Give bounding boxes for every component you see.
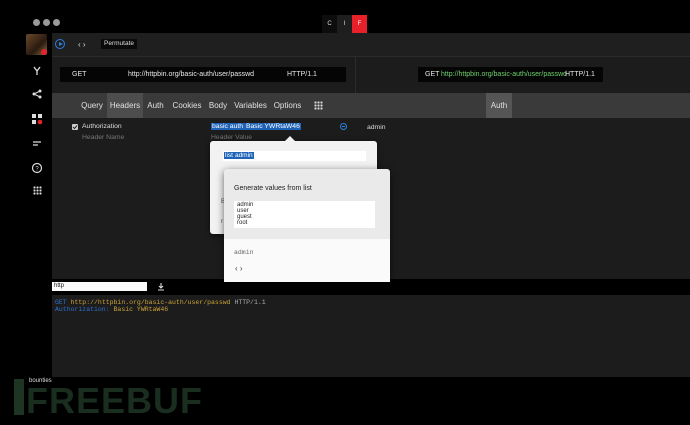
right-tab-auth[interactable]: Auth (486, 93, 512, 118)
tab-bar: Query Headers Auth Cookies Body Variable… (52, 93, 690, 118)
output-header-key: Authorization: (55, 306, 110, 313)
auth-preview-value: admin (367, 124, 386, 131)
tab-headers[interactable]: Headers (107, 93, 143, 118)
token-admin: admin (233, 152, 254, 159)
mode-selector[interactable]: Permutate (101, 39, 137, 49)
preview-protocol: HTTP/1.1 (565, 71, 595, 78)
output-header-value: Basic YWRtaW46 (113, 306, 169, 313)
list-generator-title: Generate values from list (234, 185, 312, 192)
output-protocol: HTTP/1.1 (234, 299, 266, 306)
preview-value: admin (234, 249, 254, 256)
avatar[interactable] (26, 34, 47, 55)
window-close-dot[interactable] (33, 19, 40, 26)
tab-variables[interactable]: Variables (230, 93, 271, 118)
request-url[interactable]: http://httpbin.org/basic-auth/user/passw… (128, 67, 254, 82)
preview-nav-arrows[interactable]: ‹ › (235, 264, 243, 273)
header-enabled-checkbox[interactable] (72, 124, 78, 130)
preview-url: http://httpbin.org/basic-auth/user/passw… (441, 71, 568, 78)
more-grid-icon[interactable] (308, 93, 328, 118)
dynamic-value-input[interactable]: list admin (223, 151, 366, 161)
preview-area: admin ‹ › (224, 239, 390, 284)
play-icon[interactable] (55, 39, 65, 49)
window-maximize-dot[interactable] (53, 19, 60, 26)
value-highlight-basic-auth: basic auth (211, 123, 244, 130)
tab-auth[interactable]: Auth (143, 93, 168, 118)
request-line-input[interactable]: GET http://httpbin.org/basic-auth/user/p… (60, 67, 346, 82)
divider (355, 57, 356, 93)
tab-query[interactable]: Query (77, 93, 107, 118)
new-header-name[interactable]: Header Name (82, 134, 124, 141)
svg-text:?: ? (35, 166, 39, 172)
nav-arrows-icon[interactable]: ‹ › (78, 40, 86, 49)
preview-request-line: GET http://httpbin.org/basic-auth/user/p… (418, 67, 603, 82)
list-icon[interactable] (31, 137, 43, 149)
preview-method: GET (425, 71, 440, 78)
extensions-icon[interactable] (31, 113, 43, 125)
output-url: http://httpbin.org/basic-auth/user/passw… (70, 299, 231, 306)
header-value-authorization[interactable]: basic auth Basic YWRtaW46 (211, 123, 301, 130)
share-icon[interactable] (31, 88, 43, 100)
header-name-authorization[interactable]: Authorization (82, 123, 122, 130)
request-method[interactable]: GET (72, 67, 86, 82)
tab-options[interactable]: Options (271, 93, 304, 118)
search-value: http (54, 283, 65, 289)
value-highlight-base64: Basic YWRtaW46 (243, 123, 301, 130)
output-line-2: Authorization: Basic YWRtaW46 (55, 306, 168, 313)
remove-header-icon[interactable] (340, 123, 347, 130)
request-protocol[interactable]: HTTP/1.1 (287, 67, 317, 82)
tab-cookies[interactable]: Cookies (168, 93, 206, 118)
app-window: C I F ? ‹ › Permutate GET http://httpbin… (0, 0, 690, 425)
list-values-textarea[interactable]: admin user guest root (234, 201, 375, 228)
output-search-input[interactable]: http (52, 282, 147, 291)
new-header-value[interactable]: Header Value (211, 134, 252, 141)
notification-badge (41, 49, 47, 55)
freebuf-watermark: FREEBUF (26, 380, 203, 421)
output-method: GET (55, 299, 67, 306)
obscured-text-r: r (221, 219, 223, 225)
popup-arrow (285, 136, 295, 141)
mode-label: Permutate (104, 40, 134, 47)
top-tab-f[interactable]: F (352, 15, 367, 33)
output-line-1: GET http://httpbin.org/basic-auth/user/p… (55, 299, 266, 306)
tab-body[interactable]: Body (206, 93, 230, 118)
download-icon[interactable] (157, 282, 165, 291)
window-minimize-dot[interactable] (43, 19, 50, 26)
toolbar: ‹ › Permutate (52, 33, 690, 57)
fork-icon[interactable] (31, 65, 43, 77)
apps-grid-icon[interactable] (31, 186, 43, 198)
token-list: list (224, 152, 234, 159)
top-tab-i[interactable]: I (337, 15, 352, 33)
output-toolbar (167, 282, 690, 292)
freebuf-logo-bar (14, 379, 24, 415)
raw-request-output: GET http://httpbin.org/basic-auth/user/p… (52, 295, 690, 377)
sidebar: ? (22, 33, 52, 377)
top-tab-c[interactable]: C (322, 15, 337, 33)
help-icon[interactable]: ? (31, 162, 43, 174)
list-generator-popup: Generate values from list admin user gue… (224, 169, 390, 284)
